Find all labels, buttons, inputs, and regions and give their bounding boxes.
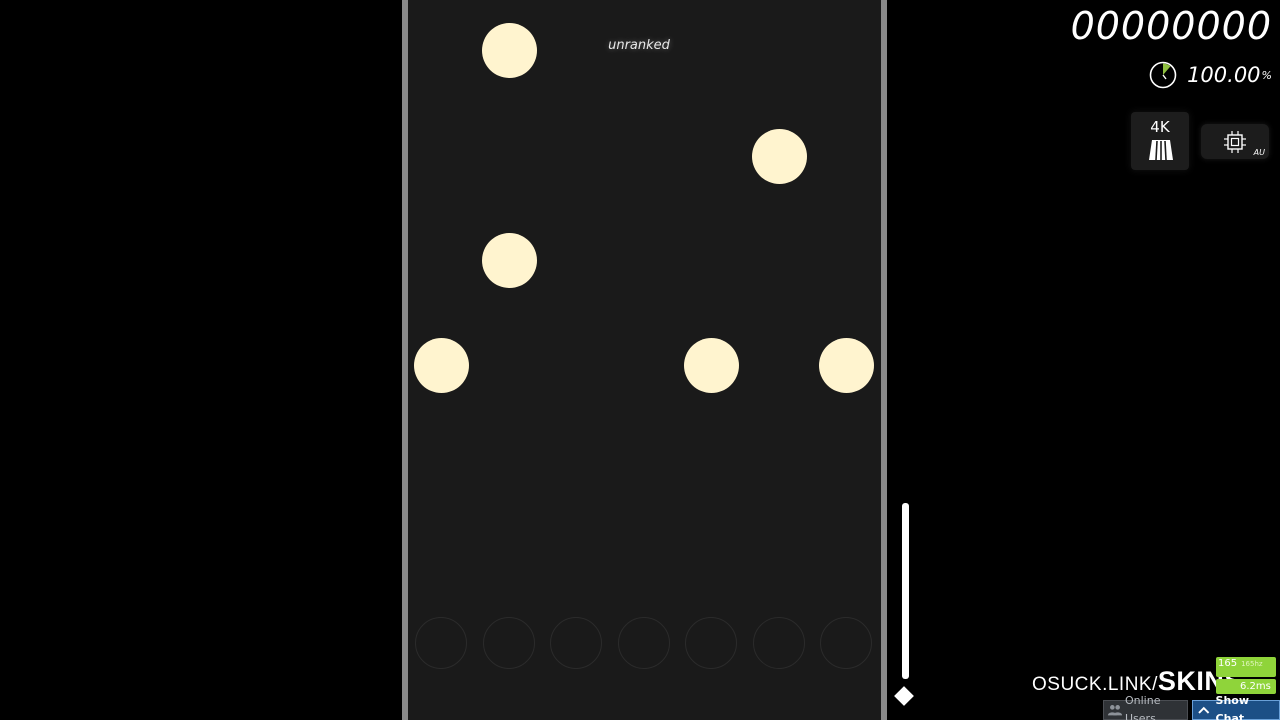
playfield-right-border [881, 0, 887, 720]
note [414, 338, 469, 393]
playfield-left-border [402, 0, 408, 720]
accuracy-unit: % [1261, 68, 1272, 82]
receptor [415, 617, 467, 669]
piano-keys-icon [1149, 140, 1173, 161]
fps-counter: 165 165hz [1216, 657, 1276, 677]
song-progress-marker [894, 686, 914, 706]
show-chat-button[interactable]: Show Chat [1192, 694, 1280, 720]
fps-value: 165 [1218, 658, 1238, 669]
note [684, 338, 739, 393]
note [482, 233, 537, 288]
score-display: 00000000 [1070, 4, 1272, 48]
online-users-label: Online Users [1125, 694, 1161, 720]
note [752, 129, 807, 184]
receptor [618, 617, 670, 669]
mod-auto-badge: AU [1201, 124, 1269, 159]
accuracy-row: 100.00% [1149, 58, 1272, 92]
song-progress-bar [902, 503, 909, 679]
game-screen: unranked 00000000 100.00% 4K AU OSUCK.LI… [0, 0, 1280, 720]
note [819, 338, 874, 393]
note [482, 23, 537, 78]
mod-4k-badge: 4K [1131, 112, 1189, 170]
fps-refresh: 165hz [1241, 660, 1263, 668]
receptor [483, 617, 535, 669]
chip-icon [1224, 131, 1246, 153]
receptor [550, 617, 602, 669]
online-users-button[interactable]: Online Users [1103, 694, 1188, 720]
frametime-value: 6.2ms [1240, 681, 1271, 692]
users-icon [1107, 705, 1123, 716]
mod-auto-label: AU [1253, 148, 1265, 157]
playfield [402, 0, 887, 720]
chevron-up-icon [1198, 706, 1210, 714]
show-chat-label: Show Chat [1215, 694, 1250, 720]
unranked-label: unranked [608, 38, 670, 53]
receptor [820, 617, 872, 669]
receptor [753, 617, 805, 669]
mod-keys-label: 4K [1150, 118, 1170, 136]
receptor [685, 617, 737, 669]
accuracy-value: 100.00 [1187, 63, 1261, 87]
progress-clock-icon [1149, 61, 1177, 89]
